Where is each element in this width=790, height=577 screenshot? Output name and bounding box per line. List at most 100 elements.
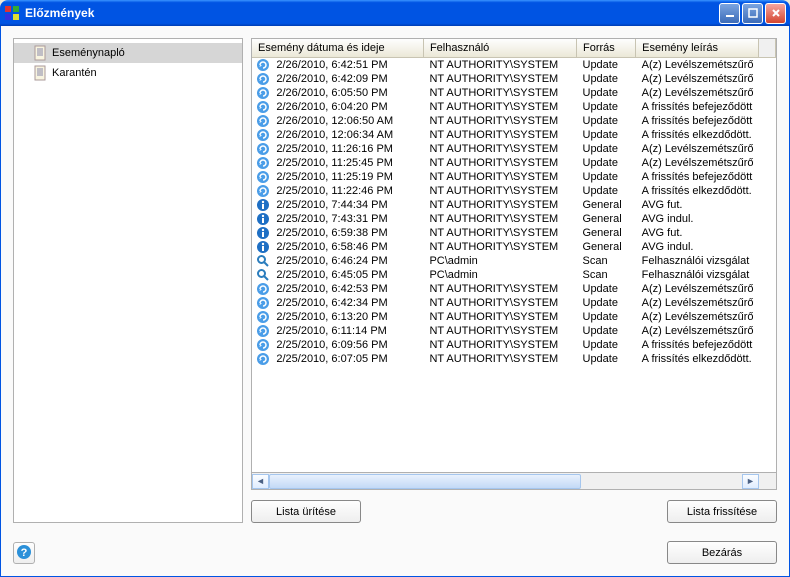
cell-desc: A(z) Levélszemétszűrő: [636, 324, 758, 338]
cell-desc: A frissítés befejeződött: [636, 114, 758, 128]
row-icon: [252, 114, 270, 128]
cell-user: NT AUTHORITY\SYSTEM: [423, 114, 576, 128]
row-icon: [252, 142, 270, 156]
maximize-button[interactable]: [742, 3, 763, 24]
table-row[interactable]: 2/25/2010, 6:09:56 PMNT AUTHORITY\SYSTEM…: [252, 338, 776, 352]
cell-date: 2/25/2010, 6:09:56 PM: [270, 338, 423, 352]
cell-date: 2/25/2010, 6:46:24 PM: [270, 254, 423, 268]
table-row[interactable]: 2/25/2010, 6:11:14 PMNT AUTHORITY\SYSTEM…: [252, 324, 776, 338]
row-icon: [252, 254, 270, 268]
table-row[interactable]: 2/25/2010, 6:13:20 PMNT AUTHORITY\SYSTEM…: [252, 310, 776, 324]
cell-desc: AVG indul.: [636, 212, 758, 226]
table-row[interactable]: 2/26/2010, 12:06:34 AMNT AUTHORITY\SYSTE…: [252, 128, 776, 142]
cell-date: 2/25/2010, 6:45:05 PM: [270, 268, 423, 282]
cell-source: Update: [577, 100, 636, 114]
table-header-row: Esemény dátuma és ideje Felhasználó Forr…: [252, 39, 776, 58]
cell-user: NT AUTHORITY\SYSTEM: [423, 184, 576, 198]
cell-desc: A(z) Levélszemétszűrő: [636, 282, 758, 296]
cell-source: Update: [577, 170, 636, 184]
sidebar-item-label: Karantén: [52, 67, 97, 79]
cell-date: 2/25/2010, 11:26:16 PM: [270, 142, 423, 156]
cell-source: Update: [577, 114, 636, 128]
close-button[interactable]: Bezárás: [667, 541, 777, 564]
hscroll-thumb[interactable]: [269, 474, 581, 489]
cell-date: 2/25/2010, 6:59:38 PM: [270, 226, 423, 240]
cell-desc: A frissítés elkezdődött.: [636, 352, 758, 366]
cell-user: NT AUTHORITY\SYSTEM: [423, 226, 576, 240]
refresh-list-button[interactable]: Lista frissítése: [667, 500, 777, 523]
sidebar-item-event-log[interactable]: Eseménynapló: [14, 43, 242, 63]
row-icon: [252, 324, 270, 338]
row-icon: [252, 156, 270, 170]
cell-user: PC\admin: [423, 254, 576, 268]
cell-source: Update: [577, 86, 636, 100]
scroll-right-icon[interactable]: ►: [742, 474, 759, 489]
table-row[interactable]: 2/26/2010, 6:42:09 PMNT AUTHORITY\SYSTEM…: [252, 72, 776, 86]
table-row[interactable]: 2/25/2010, 6:45:05 PMPC\adminScanFelhasz…: [252, 268, 776, 282]
clear-list-button[interactable]: Lista ürítése: [251, 500, 361, 523]
table-row[interactable]: 2/25/2010, 11:22:46 PMNT AUTHORITY\SYSTE…: [252, 184, 776, 198]
table-row[interactable]: 2/25/2010, 6:46:24 PMPC\adminScanFelhasz…: [252, 254, 776, 268]
cell-date: 2/25/2010, 6:42:53 PM: [270, 282, 423, 296]
table-scroll[interactable]: Esemény dátuma és ideje Felhasználó Forr…: [252, 39, 776, 472]
table-row[interactable]: 2/25/2010, 11:25:45 PMNT AUTHORITY\SYSTE…: [252, 156, 776, 170]
table-row[interactable]: 2/25/2010, 6:42:53 PMNT AUTHORITY\SYSTEM…: [252, 282, 776, 296]
row-icon: [252, 128, 270, 142]
table-row[interactable]: 2/25/2010, 7:43:31 PMNT AUTHORITY\SYSTEM…: [252, 212, 776, 226]
cell-desc: A(z) Levélszemétszűrő: [636, 72, 758, 86]
cell-date: 2/26/2010, 6:04:20 PM: [270, 100, 423, 114]
cell-user: NT AUTHORITY\SYSTEM: [423, 212, 576, 226]
col-source[interactable]: Forrás: [577, 39, 636, 58]
cell-desc: A frissítés elkezdődött.: [636, 184, 758, 198]
col-user[interactable]: Felhasználó: [423, 39, 576, 58]
cell-user: NT AUTHORITY\SYSTEM: [423, 296, 576, 310]
cell-date: 2/25/2010, 6:58:46 PM: [270, 240, 423, 254]
help-button[interactable]: ?: [13, 542, 35, 564]
table-row[interactable]: 2/25/2010, 11:26:16 PMNT AUTHORITY\SYSTE…: [252, 142, 776, 156]
row-icon: [252, 310, 270, 324]
table-row[interactable]: 2/25/2010, 7:44:34 PMNT AUTHORITY\SYSTEM…: [252, 198, 776, 212]
table-row[interactable]: 2/26/2010, 12:06:50 AMNT AUTHORITY\SYSTE…: [252, 114, 776, 128]
col-date[interactable]: Esemény dátuma és ideje: [252, 39, 423, 58]
cell-desc: A frissítés befejeződött: [636, 100, 758, 114]
table-row[interactable]: 2/25/2010, 6:07:05 PMNT AUTHORITY\SYSTEM…: [252, 352, 776, 366]
minimize-button[interactable]: [719, 3, 740, 24]
scroll-left-icon[interactable]: ◄: [252, 474, 269, 489]
col-desc[interactable]: Esemény leírás: [636, 39, 758, 58]
cell-source: Update: [577, 296, 636, 310]
cell-user: NT AUTHORITY\SYSTEM: [423, 170, 576, 184]
cell-date: 2/25/2010, 11:22:46 PM: [270, 184, 423, 198]
svg-text:?: ?: [21, 547, 28, 559]
cell-user: NT AUTHORITY\SYSTEM: [423, 324, 576, 338]
sidebar-item-quarantine[interactable]: Karantén: [14, 63, 242, 83]
row-icon: [252, 338, 270, 352]
sidebar-item-label: Eseménynapló: [52, 47, 125, 59]
cell-desc: A frissítés elkezdődött.: [636, 128, 758, 142]
cell-user: NT AUTHORITY\SYSTEM: [423, 282, 576, 296]
cell-date: 2/26/2010, 6:05:50 PM: [270, 86, 423, 100]
row-icon: [252, 58, 270, 73]
table-row[interactable]: 2/25/2010, 11:25:19 PMNT AUTHORITY\SYSTE…: [252, 170, 776, 184]
help-icon: ?: [16, 544, 32, 563]
cell-date: 2/25/2010, 6:07:05 PM: [270, 352, 423, 366]
row-icon: [252, 184, 270, 198]
cell-user: NT AUTHORITY\SYSTEM: [423, 86, 576, 100]
cell-user: NT AUTHORITY\SYSTEM: [423, 128, 576, 142]
cell-desc: AVG fut.: [636, 198, 758, 212]
titlebar[interactable]: Előzmények: [0, 0, 790, 26]
cell-source: Scan: [577, 268, 636, 282]
horizontal-scrollbar[interactable]: ◄ ►: [251, 473, 777, 490]
cell-user: NT AUTHORITY\SYSTEM: [423, 310, 576, 324]
table-row[interactable]: 2/26/2010, 6:42:51 PMNT AUTHORITY\SYSTEM…: [252, 58, 776, 73]
table-row[interactable]: 2/25/2010, 6:59:38 PMNT AUTHORITY\SYSTEM…: [252, 226, 776, 240]
close-window-button[interactable]: [765, 3, 786, 24]
cell-source: Update: [577, 156, 636, 170]
cell-source: Update: [577, 310, 636, 324]
table-row[interactable]: 2/25/2010, 6:58:46 PMNT AUTHORITY\SYSTEM…: [252, 240, 776, 254]
table-row[interactable]: 2/26/2010, 6:05:50 PMNT AUTHORITY\SYSTEM…: [252, 86, 776, 100]
table-row[interactable]: 2/25/2010, 6:42:34 PMNT AUTHORITY\SYSTEM…: [252, 296, 776, 310]
cell-source: Update: [577, 338, 636, 352]
cell-user: NT AUTHORITY\SYSTEM: [423, 156, 576, 170]
table-row[interactable]: 2/26/2010, 6:04:20 PMNT AUTHORITY\SYSTEM…: [252, 100, 776, 114]
cell-date: 2/25/2010, 7:43:31 PM: [270, 212, 423, 226]
